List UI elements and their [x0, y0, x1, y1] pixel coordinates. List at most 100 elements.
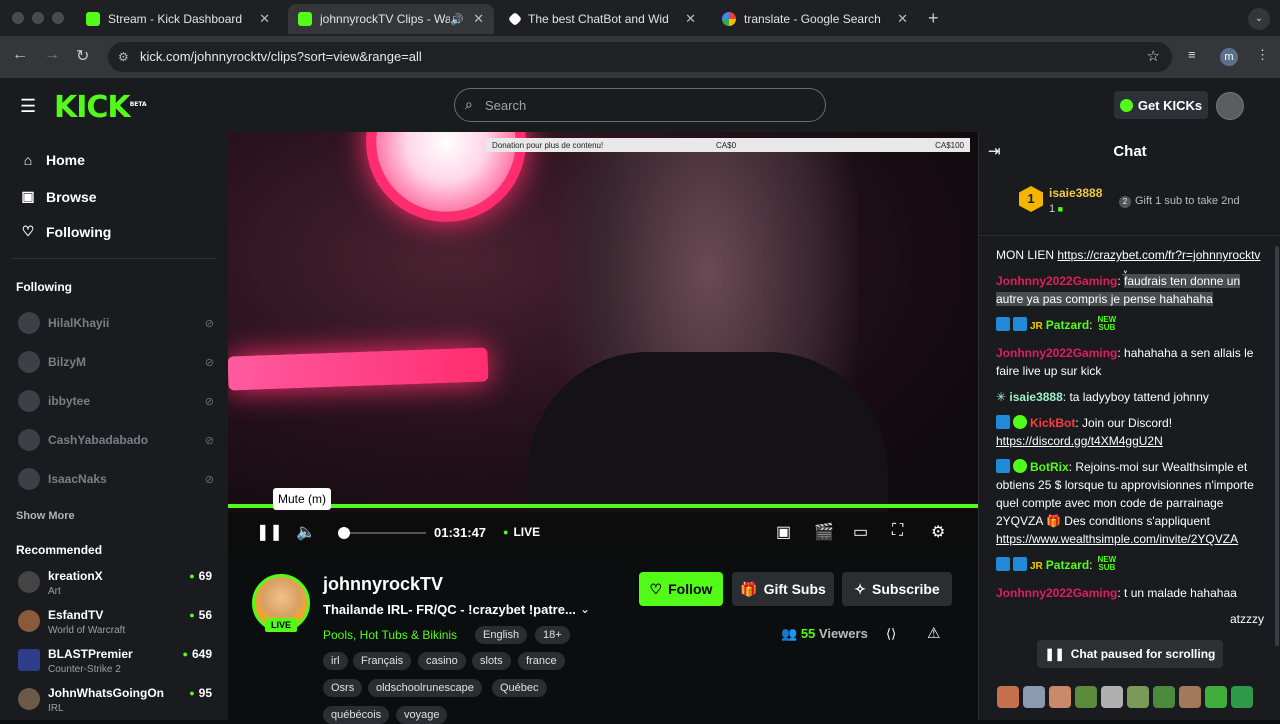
sidebar-item-following[interactable]: ♡ Following	[18, 223, 112, 240]
video-player[interactable]: Donation pour plus de contenu! CA$0 CA$1…	[228, 132, 978, 552]
chat-username[interactable]: Jonhnny2022Gaming	[996, 586, 1117, 600]
recommended-item[interactable]: BLASTPremier Counter-Strike 2 649	[18, 647, 214, 681]
emote-icon[interactable]	[1023, 686, 1045, 708]
sidebar-item-home[interactable]: ⌂ Home	[18, 152, 85, 168]
emote-icon[interactable]	[1153, 686, 1175, 708]
emote-icon[interactable]	[997, 686, 1019, 708]
sidebar-item-browse[interactable]: ▣ Browse	[18, 188, 96, 205]
following-item[interactable]: HilalKhayii ⊘	[18, 312, 214, 334]
clip-icon[interactable]: 🎬	[814, 522, 834, 542]
stream-tag[interactable]: slots	[472, 652, 511, 670]
tab-kick-dashboard[interactable]: Stream - Kick Dashboard ✕	[76, 4, 280, 34]
message-link[interactable]: https://discord.gg/t4XM4ggU2N	[996, 434, 1163, 448]
volume-slider[interactable]	[340, 532, 426, 534]
tab-search-chevron-icon[interactable]: ⌄	[1248, 8, 1270, 30]
stream-tag[interactable]: 18+	[535, 626, 570, 644]
window-close-button[interactable]	[12, 12, 24, 24]
picture-in-picture-icon[interactable]: ▣	[776, 522, 791, 542]
window-minimize-button[interactable]	[32, 12, 44, 24]
chat-username[interactable]: BotRix	[1030, 460, 1069, 474]
user-avatar[interactable]	[1216, 92, 1244, 120]
tab-close-icon[interactable]: ✕	[897, 11, 908, 27]
show-more-link[interactable]: Show More	[16, 510, 75, 522]
media-control-icon[interactable]: ≡	[1188, 47, 1196, 62]
leaderboard-gift-prompt: Gift 1 sub to take 2nd	[1119, 195, 1240, 208]
message-link[interactable]: https://www.wealthsimple.com/invite/2YQV…	[996, 532, 1238, 546]
following-item[interactable]: BilzyM ⊘	[18, 351, 214, 373]
tab-chatbot[interactable]: The best ChatBot and Widget ✕	[500, 4, 706, 34]
window-zoom-button[interactable]	[52, 12, 64, 24]
stream-tag[interactable]: English	[475, 626, 528, 644]
stream-tag[interactable]: casino	[418, 652, 466, 670]
chat-username[interactable]: isaie3888	[1009, 390, 1062, 404]
stream-tag[interactable]: irl	[323, 652, 348, 670]
volume-icon[interactable]: 🔈	[296, 522, 316, 542]
expand-title-chevron-icon[interactable]: ⌄	[580, 602, 590, 616]
browser-profile-avatar[interactable]: m	[1220, 48, 1238, 66]
recommended-item[interactable]: JohnWhatsGoingOn IRL 95	[18, 686, 214, 720]
emote-icon[interactable]	[1127, 686, 1149, 708]
stream-tag[interactable]: Français	[353, 652, 412, 670]
kick-logo[interactable]: KICKBETA	[54, 90, 147, 125]
message-link[interactable]: https://crazybet.com/fr?r=johnnyrocktv	[1057, 248, 1260, 262]
emote-icon[interactable]	[1231, 686, 1253, 708]
streamer-name[interactable]: johnnyrockTV	[323, 574, 443, 595]
new-tab-button[interactable]: +	[928, 8, 939, 29]
channel-avatar	[18, 468, 40, 490]
tab-close-icon[interactable]: ✕	[473, 11, 484, 27]
share-icon[interactable]: ⟨⟩	[886, 626, 896, 642]
emote-icon[interactable]	[1179, 686, 1201, 708]
verified-badge-icon	[996, 557, 1010, 571]
subscribe-button[interactable]: ✧ Subscribe	[842, 572, 952, 606]
stream-tag[interactable]: Osrs	[323, 679, 363, 697]
tab-audio-icon[interactable]: 🔊	[450, 13, 464, 26]
volume-slider-knob[interactable]	[338, 527, 350, 539]
emote-icon[interactable]	[1205, 686, 1227, 708]
site-info-icon[interactable]: ⚙	[118, 50, 129, 64]
chat-scrollbar[interactable]	[1275, 246, 1279, 646]
stream-tag[interactable]: Québec	[492, 679, 547, 697]
following-item[interactable]: IsaacNaks ⊘	[18, 468, 214, 490]
follow-button[interactable]: ♡ Follow	[639, 572, 723, 606]
theater-mode-icon[interactable]: ▭	[853, 522, 868, 542]
chat-username[interactable]: Patzard	[1046, 558, 1089, 572]
chat-username[interactable]: Jonhnny2022Gaming	[996, 274, 1117, 288]
stream-category-link[interactable]: Pools, Hot Tubs & Bikinis	[323, 628, 457, 642]
live-indicator[interactable]: LIVE	[503, 525, 540, 539]
stream-tag[interactable]: québécois	[323, 706, 390, 724]
emote-icon[interactable]	[1101, 686, 1123, 708]
get-kicks-button[interactable]: Get KICKs	[1114, 91, 1208, 119]
pause-icon[interactable]: ❚❚	[256, 522, 283, 542]
stream-tag[interactable]: france	[518, 652, 565, 670]
gift-subs-button[interactable]: 🎁 Gift Subs	[732, 572, 834, 606]
recommended-item[interactable]: EsfandTV World of Warcraft 56	[18, 608, 214, 642]
settings-gear-icon[interactable]: ⚙	[931, 522, 945, 542]
stream-tag[interactable]: voyage	[396, 706, 448, 724]
tab-close-icon[interactable]: ✕	[259, 11, 270, 27]
leaderboard-username[interactable]: isaie3888	[1049, 186, 1102, 200]
chat-username[interactable]: KickBot	[1030, 416, 1075, 430]
chat-username[interactable]: Jonhnny2022Gaming	[996, 346, 1117, 360]
bookmark-star-icon[interactable]: ☆	[1147, 47, 1160, 65]
back-arrow-icon[interactable]: ←	[12, 46, 28, 64]
tab-close-icon[interactable]: ✕	[685, 11, 696, 27]
emote-icon[interactable]	[1075, 686, 1097, 708]
left-sidebar: ⌂ Home ▣ Browse ♡ Following Following Hi…	[0, 132, 228, 720]
browser-menu-icon[interactable]: ⋮	[1256, 47, 1269, 63]
following-item[interactable]: CashYabadabado ⊘	[18, 429, 214, 451]
chat-username[interactable]: Patzard	[1046, 318, 1089, 332]
recommended-item[interactable]: kreationX Art 69	[18, 569, 214, 603]
stream-tag[interactable]: oldschoolrunescape	[368, 679, 482, 697]
tab-johnnyrocktv-clips[interactable]: johnnyrockTV Clips - Watc 🔊 ✕	[288, 4, 494, 34]
search-input[interactable]: ⌕ Search	[454, 88, 826, 122]
following-item[interactable]: ibbytee ⊘	[18, 390, 214, 412]
menu-hamburger-icon[interactable]: ☰	[20, 96, 36, 117]
url-bar[interactable]: ⚙ kick.com/johnnyrocktv/clips?sort=view&…	[108, 42, 1172, 72]
chat-paused-banner[interactable]: ❚❚ Chat paused for scrolling	[1037, 640, 1223, 668]
forward-arrow-icon[interactable]: →	[44, 46, 60, 64]
report-warning-icon[interactable]: ⚠	[927, 624, 940, 642]
emote-icon[interactable]	[1049, 686, 1071, 708]
tab-google-search[interactable]: translate - Google Search ✕	[712, 4, 918, 34]
fullscreen-icon[interactable]: ⛶	[892, 522, 903, 540]
reload-icon[interactable]: ↻	[76, 46, 89, 66]
